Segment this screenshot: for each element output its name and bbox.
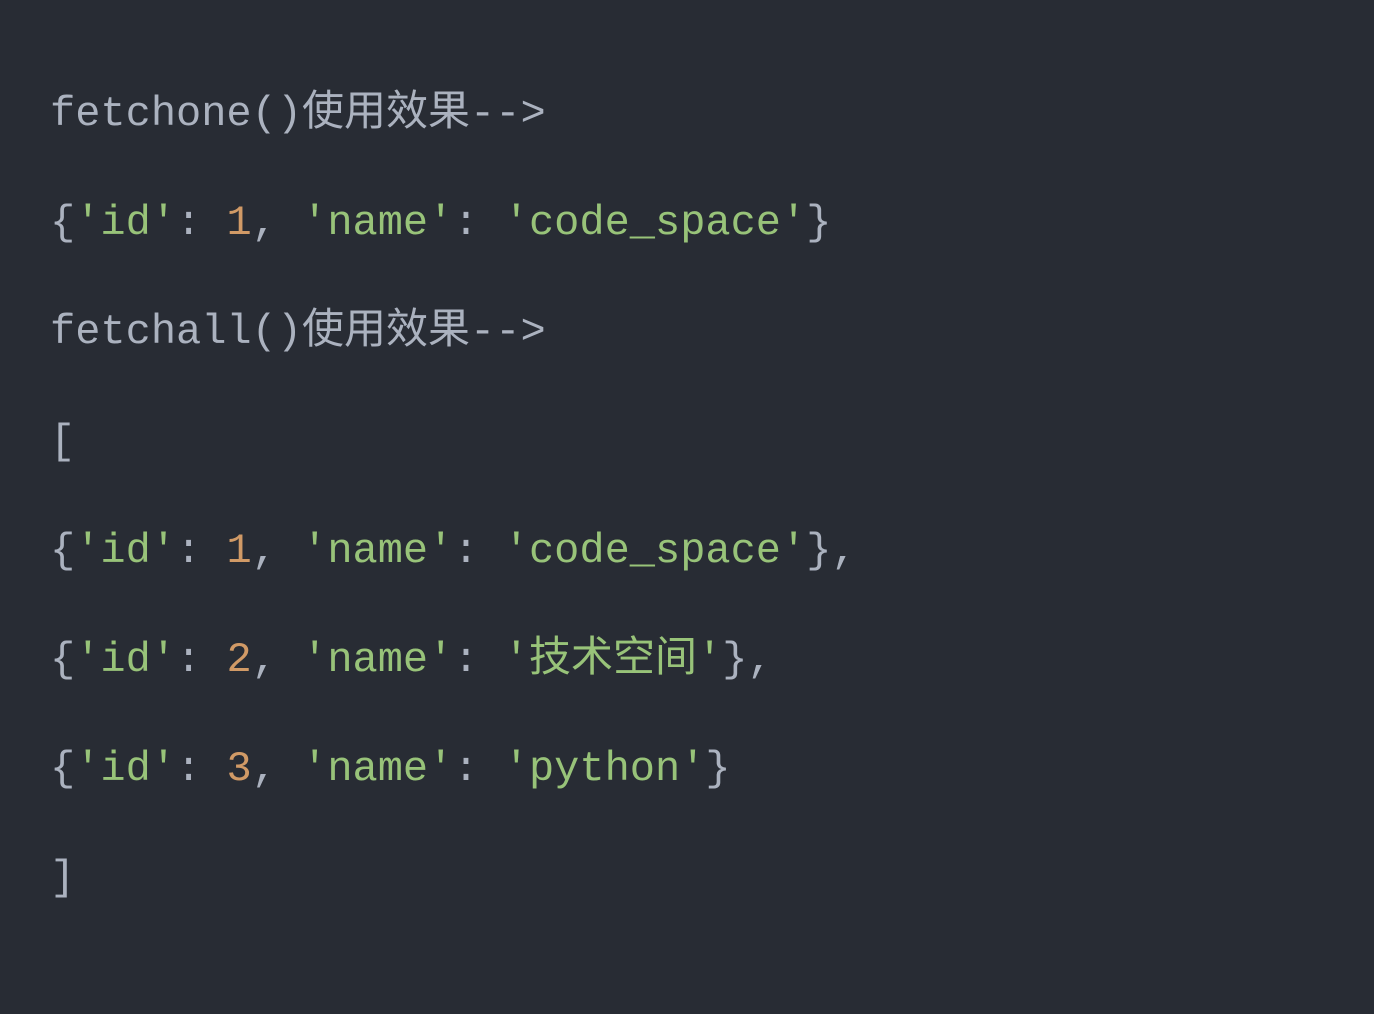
colon: : bbox=[453, 745, 503, 793]
brace-close: } bbox=[705, 745, 730, 793]
brace-open: { bbox=[50, 527, 75, 575]
dict-key-name: 'name' bbox=[302, 199, 453, 247]
code-line-8: ] bbox=[50, 824, 1324, 933]
comma: , bbox=[252, 527, 302, 575]
code-line-6: {'id': 2, 'name': '技术空间'}, bbox=[50, 606, 1324, 715]
brace-close: }, bbox=[722, 636, 772, 684]
bracket-close: ] bbox=[50, 854, 75, 902]
dict-value-id: 1 bbox=[226, 199, 251, 247]
brace-open: { bbox=[50, 636, 75, 684]
dict-key-name: 'name' bbox=[302, 527, 453, 575]
code-line-3: fetchall()使用效果--> bbox=[50, 278, 1324, 387]
dict-value-name: 'code_space' bbox=[504, 527, 806, 575]
dict-key-name: 'name' bbox=[302, 636, 453, 684]
output-label-fetchone: fetchone()使用效果--> bbox=[50, 90, 546, 138]
dict-value-id: 3 bbox=[226, 745, 251, 793]
dict-value-id: 1 bbox=[226, 527, 251, 575]
dict-value-name: 'code_space' bbox=[504, 199, 806, 247]
colon: : bbox=[176, 199, 226, 247]
colon: : bbox=[176, 745, 226, 793]
colon: : bbox=[176, 636, 226, 684]
colon: : bbox=[453, 636, 503, 684]
comma: , bbox=[252, 636, 302, 684]
brace-open: { bbox=[50, 745, 75, 793]
comma: , bbox=[252, 745, 302, 793]
brace-open: { bbox=[50, 199, 75, 247]
dict-key-name: 'name' bbox=[302, 745, 453, 793]
code-line-1: fetchone()使用效果--> bbox=[50, 60, 1324, 169]
dict-value-id: 2 bbox=[226, 636, 251, 684]
code-line-7: {'id': 3, 'name': 'python'} bbox=[50, 715, 1324, 824]
dict-value-name: '技术空间' bbox=[504, 636, 722, 684]
bracket-open: [ bbox=[50, 418, 75, 466]
dict-value-name: 'python' bbox=[504, 745, 706, 793]
dict-key-id: 'id' bbox=[75, 527, 176, 575]
code-line-2: {'id': 1, 'name': 'code_space'} bbox=[50, 169, 1324, 278]
brace-close: } bbox=[806, 199, 831, 247]
code-line-5: {'id': 1, 'name': 'code_space'}, bbox=[50, 497, 1324, 606]
colon: : bbox=[176, 527, 226, 575]
dict-key-id: 'id' bbox=[75, 745, 176, 793]
code-line-4: [ bbox=[50, 388, 1324, 497]
colon: : bbox=[453, 199, 503, 247]
colon: : bbox=[453, 527, 503, 575]
comma: , bbox=[252, 199, 302, 247]
dict-key-id: 'id' bbox=[75, 199, 176, 247]
dict-key-id: 'id' bbox=[75, 636, 176, 684]
brace-close: }, bbox=[806, 527, 856, 575]
output-label-fetchall: fetchall()使用效果--> bbox=[50, 308, 546, 356]
